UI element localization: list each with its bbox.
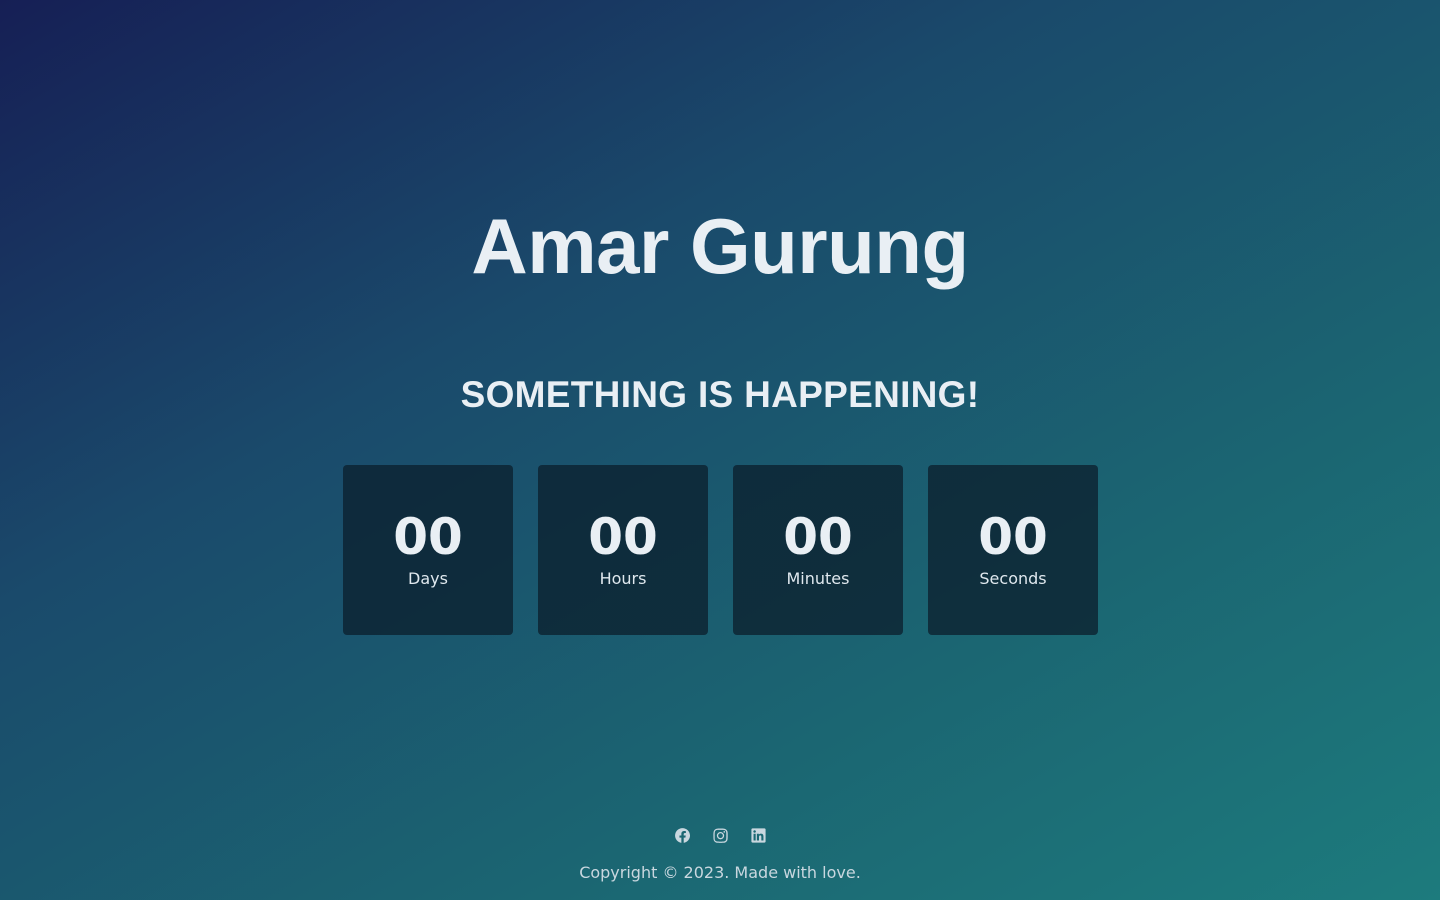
countdown-seconds: 00 Seconds bbox=[928, 465, 1098, 635]
countdown-timer: 00 Days 00 Hours 00 Minutes 00 Seconds bbox=[343, 465, 1098, 635]
instagram-icon bbox=[712, 828, 728, 843]
social-links bbox=[0, 826, 1440, 844]
days-label: Days bbox=[408, 569, 448, 588]
instagram-link[interactable] bbox=[711, 826, 729, 844]
facebook-icon bbox=[674, 827, 690, 843]
linkedin-link[interactable] bbox=[749, 826, 767, 844]
seconds-label: Seconds bbox=[979, 569, 1047, 588]
seconds-value: 00 bbox=[978, 508, 1048, 566]
minutes-value: 00 bbox=[783, 508, 853, 566]
days-value: 00 bbox=[393, 508, 463, 566]
countdown-page: Amar Gurung SOMETHING IS HAPPENING! 00 D… bbox=[0, 0, 1440, 900]
minutes-label: Minutes bbox=[786, 569, 850, 588]
copyright-text: Copyright © 2023. Made with love. bbox=[579, 863, 861, 882]
hours-value: 00 bbox=[588, 508, 658, 566]
facebook-link[interactable] bbox=[673, 826, 691, 844]
countdown-hours: 00 Hours bbox=[538, 465, 708, 635]
site-owner-name: Amar Gurung bbox=[471, 202, 969, 290]
countdown-minutes: 00 Minutes bbox=[733, 465, 903, 635]
linkedin-icon bbox=[750, 827, 766, 843]
hours-label: Hours bbox=[599, 569, 647, 588]
countdown-days: 00 Days bbox=[343, 465, 513, 635]
page-headline: SOMETHING IS HAPPENING! bbox=[460, 374, 980, 415]
